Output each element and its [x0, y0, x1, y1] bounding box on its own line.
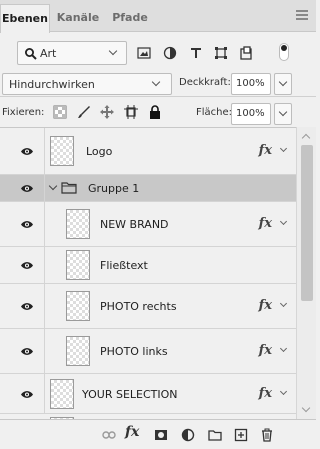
- opacity-label: Deckkraft:: [179, 77, 231, 88]
- filter-toggle-icon[interactable]: [279, 43, 289, 61]
- eye-separator: [44, 329, 45, 373]
- lock-artboard-icon[interactable]: [124, 105, 138, 119]
- layer-row-logo[interactable]: Logo fx: [0, 128, 296, 175]
- scroll-down-icon[interactable]: [301, 403, 311, 413]
- layer-name: YOUR SELECTION: [82, 388, 178, 401]
- lock-position-icon[interactable]: [100, 105, 114, 119]
- layer-filter-row: Art: [17, 41, 300, 65]
- eye-separator: [44, 202, 45, 246]
- layer-row-photo-rechts[interactable]: PHOTO rechts fx: [0, 284, 296, 329]
- layer-effects-icon[interactable]: fx: [259, 343, 272, 358]
- adjustment-filter-icon[interactable]: [163, 46, 177, 60]
- layer-row-fliesstext[interactable]: Fließtext: [0, 247, 296, 284]
- visibility-eye-icon[interactable]: [20, 184, 34, 193]
- visibility-eye-icon[interactable]: [20, 347, 34, 356]
- visibility-eye-icon[interactable]: [20, 147, 34, 156]
- fill-dropdown-button[interactable]: [274, 103, 292, 125]
- adjustment-layer-icon[interactable]: [181, 428, 195, 442]
- search-icon: [25, 48, 37, 60]
- opacity-input[interactable]: 100%: [231, 73, 271, 95]
- chevron-down-icon: [278, 77, 288, 87]
- layer-name: Fließtext: [100, 259, 148, 272]
- group-expand-chevron-icon[interactable]: [48, 181, 58, 191]
- chevron-down-icon[interactable]: [279, 344, 288, 353]
- tab-ebenen[interactable]: Ebenen: [0, 4, 50, 33]
- folder-icon: [61, 182, 77, 194]
- delete-icon[interactable]: [260, 428, 274, 442]
- visibility-eye-icon[interactable]: [20, 220, 34, 229]
- filter-kind-select[interactable]: Art: [17, 41, 127, 65]
- chevron-down-icon: [278, 107, 288, 117]
- lock-image-pixels-icon[interactable]: [77, 105, 91, 119]
- panel-tab-bar: Ebenen Kanäle Pfade: [0, 0, 316, 33]
- eye-separator: [44, 284, 45, 328]
- visibility-eye-icon[interactable]: [20, 390, 34, 399]
- layer-thumbnail: [66, 250, 90, 280]
- eye-separator: [44, 247, 45, 283]
- eye-separator: [44, 374, 45, 413]
- new-layer-icon[interactable]: [234, 428, 248, 442]
- new-group-icon[interactable]: [208, 428, 222, 442]
- scroll-up-icon[interactable]: [301, 133, 311, 143]
- mask-icon[interactable]: [154, 428, 168, 442]
- chevron-down-icon[interactable]: [279, 387, 288, 396]
- chevron-down-icon[interactable]: [279, 299, 288, 308]
- layer-row-new-brand[interactable]: NEW BRAND fx: [0, 202, 296, 247]
- visibility-eye-icon[interactable]: [20, 261, 34, 270]
- blend-opacity-row: Hindurchwirken Deckkraft: 100%: [0, 71, 316, 97]
- layer-name: Gruppe 1: [88, 182, 140, 195]
- link-icon[interactable]: [102, 428, 116, 442]
- fill-input[interactable]: 100%: [231, 103, 271, 125]
- smart-object-filter-icon[interactable]: [239, 46, 253, 60]
- eye-separator: [44, 175, 45, 201]
- layer-effects-icon[interactable]: fx: [259, 386, 272, 401]
- opacity-dropdown-button[interactable]: [274, 73, 292, 95]
- chevron-down-icon[interactable]: [279, 217, 288, 226]
- layer-effects-icon[interactable]: fx: [259, 298, 272, 313]
- layer-name: NEW BRAND: [100, 218, 169, 231]
- layers-footer-toolbar: fx: [0, 419, 316, 449]
- chevron-down-icon: [151, 77, 161, 87]
- layer-row-your-selection[interactable]: YOUR SELECTION fx: [0, 374, 296, 414]
- lock-all-icon[interactable]: [148, 105, 162, 119]
- layer-effects-icon[interactable]: fx: [259, 216, 272, 231]
- layer-thumbnail: [50, 379, 74, 409]
- fx-icon[interactable]: fx: [125, 424, 139, 440]
- layer-name: Logo: [86, 145, 113, 158]
- eye-separator: [44, 128, 45, 174]
- layer-thumbnail: [50, 136, 74, 166]
- blend-mode-select[interactable]: Hindurchwirken: [2, 73, 172, 95]
- visibility-eye-icon[interactable]: [20, 302, 34, 311]
- scroll-thumb[interactable]: [301, 145, 313, 301]
- layer-row-photo-links[interactable]: PHOTO links fx: [0, 329, 296, 374]
- tab-kanaele[interactable]: Kanäle: [52, 4, 104, 32]
- lock-label: Fixieren:: [2, 107, 45, 118]
- type-filter-icon[interactable]: [189, 46, 203, 60]
- fill-label: Fläche:: [196, 107, 233, 118]
- layers-scrollbar[interactable]: [296, 127, 316, 419]
- image-filter-icon[interactable]: [137, 46, 151, 60]
- layers-list: Logo fx Gruppe 1 NEW BRAND fx Fließtext …: [0, 127, 316, 419]
- panel-menu-icon[interactable]: [296, 10, 308, 20]
- blend-mode-value: Hindurchwirken: [9, 78, 95, 91]
- layer-thumbnail: [66, 336, 90, 366]
- lock-transparent-pixels-icon[interactable]: [53, 105, 67, 119]
- lock-fill-row: Fixieren: Fläche: 100%: [0, 99, 316, 127]
- tab-pfade[interactable]: Pfade: [108, 4, 152, 32]
- fill-value: 100%: [236, 108, 265, 119]
- layer-thumbnail: [66, 291, 90, 321]
- layer-effects-icon[interactable]: fx: [259, 143, 272, 158]
- layer-thumbnail: [66, 209, 90, 239]
- layer-row-group[interactable]: Gruppe 1: [0, 175, 296, 202]
- chevron-down-icon[interactable]: [279, 144, 288, 153]
- layer-name: PHOTO rechts: [100, 300, 177, 313]
- filter-kind-label: Art: [40, 47, 57, 60]
- shape-filter-icon[interactable]: [214, 46, 228, 60]
- chevron-down-icon: [108, 46, 118, 56]
- opacity-value: 100%: [236, 78, 265, 89]
- layer-name: PHOTO links: [100, 345, 168, 358]
